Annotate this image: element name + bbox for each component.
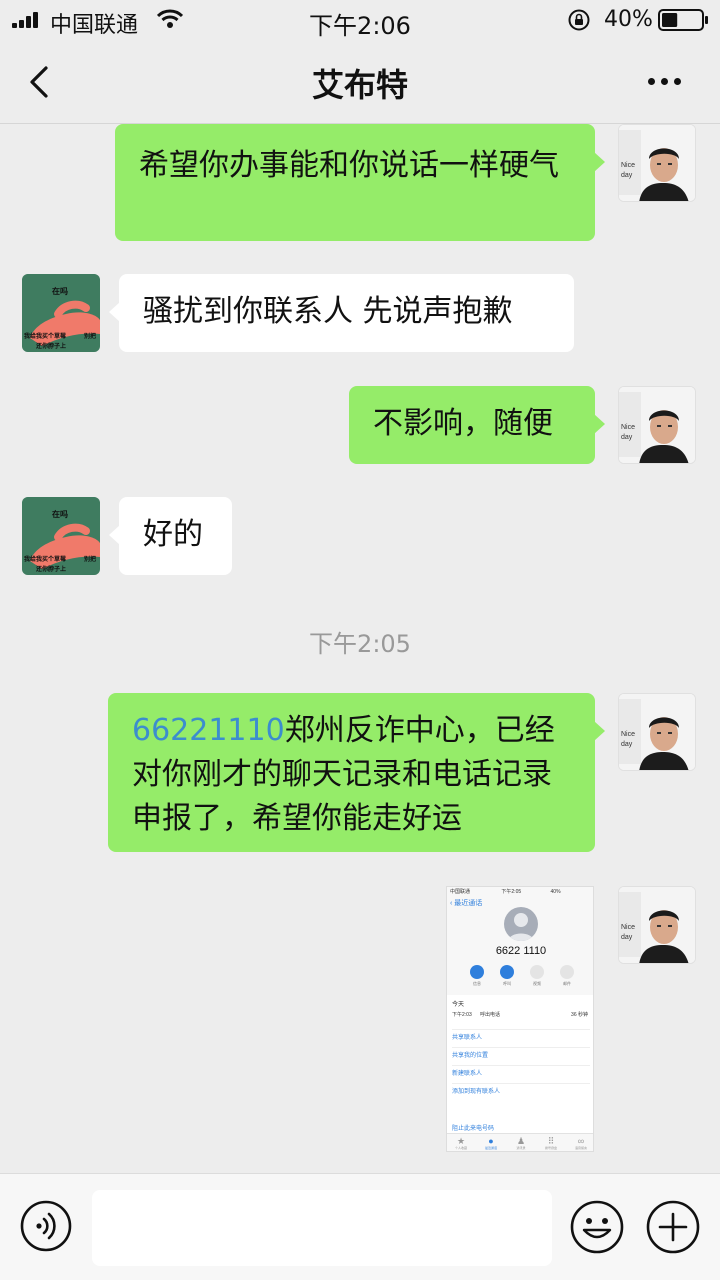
sticker-avatar-icon: 在吗 我给我买个草莓 别把 还你脖子上 — [22, 274, 100, 352]
screenshot-back-link: ‹ 最近通话 — [450, 900, 483, 907]
mail-action-icon — [560, 965, 574, 979]
more-button[interactable] — [640, 70, 690, 94]
call-duration: 36 秒钟 — [571, 1012, 588, 1018]
rotation-lock-icon — [568, 9, 590, 31]
screenshot-tab: ● 最近通话 — [481, 1136, 501, 1150]
call-action-icon — [500, 965, 514, 979]
sticker-text-side: 别把 — [83, 555, 96, 563]
svg-text:Nice: Nice — [621, 162, 635, 169]
shared-image-message[interactable]: 中国联通 下午2:05 40% ‹ 最近通话 6622 1110 信息 呼叫 视… — [446, 886, 594, 1152]
screenshot-actions: 信息 呼叫 视频 邮件 — [467, 965, 579, 987]
contact-avatar[interactable]: 在吗 我给我买个草莓 别把 还你脖子上 — [22, 274, 100, 352]
tab-label: 拨号键盘 — [544, 1146, 557, 1150]
chat-header: 艾布特 — [0, 40, 720, 124]
action-label: 呼叫 — [503, 981, 511, 986]
video-action-icon — [530, 965, 544, 979]
self-avatar[interactable]: Nice day — [618, 693, 696, 771]
sticker-text-top: 在吗 — [52, 509, 68, 519]
chat-title: 艾布特 — [311, 66, 408, 104]
message-action-icon — [470, 965, 484, 979]
screenshot-tab-bar: ★ 个人收藏 ● 最近通话 ♟ 通讯录 ⠿ 拨号键盘 ∞ 语音留言 — [447, 1133, 593, 1151]
message-list[interactable]: 希望你办事能和你说话一样硬气 Nice day 在吗 我给我买个草莓 别把 还你… — [0, 124, 720, 1173]
battery-percent: 40% — [604, 7, 653, 32]
user-photo-icon: Nice day — [619, 694, 695, 770]
screenshot-link: 添加到现有联系人 — [452, 1083, 590, 1095]
screenshot-battery: 40% — [550, 889, 561, 895]
call-time: 下午2:03 — [452, 1012, 472, 1018]
sticker-text-bottom: 我给我买个草莓 — [24, 555, 66, 563]
tab-label: 个人收藏 — [454, 1146, 467, 1150]
screenshot-header: 中国联通 下午2:05 40% ‹ 最近通话 6622 1110 信息 呼叫 视… — [447, 887, 593, 995]
action-label: 邮件 — [563, 981, 571, 986]
tab-label: 最近通话 — [484, 1146, 497, 1150]
message-input[interactable] — [92, 1190, 552, 1266]
action-label: 视频 — [533, 981, 541, 986]
self-avatar[interactable]: Nice day — [618, 886, 696, 964]
phone-number-link[interactable]: 66221110 — [132, 713, 285, 748]
screenshot-link: 新建联系人 — [452, 1065, 590, 1077]
svg-text:day: day — [621, 741, 633, 748]
screenshot-phone-number: 6622 1110 — [495, 945, 547, 957]
tab-label: 语音留言 — [574, 1146, 587, 1150]
message-text: 希望你办事能和你说话一样硬气 — [139, 148, 559, 183]
screenshot-tab: ♟ 通讯录 — [511, 1136, 531, 1150]
sticker-avatar-icon: 在吗 我给我买个草莓 别把 还你脖子上 — [22, 497, 100, 575]
svg-text:Nice: Nice — [621, 924, 635, 931]
svg-text:Nice: Nice — [621, 424, 635, 431]
sticker-text-bottom2: 还你脖子上 — [35, 342, 66, 350]
input-bar — [0, 1173, 720, 1280]
plus-button[interactable] — [646, 1200, 700, 1254]
sticker-text-side: 别把 — [83, 332, 96, 340]
screenshot-link: 共享联系人 — [452, 1029, 590, 1041]
message-bubble-incoming[interactable]: 好的 — [109, 497, 232, 575]
contact-avatar[interactable]: 在吗 我给我买个草莓 别把 还你脖子上 — [22, 497, 100, 575]
screenshot-today-label: 今天 — [452, 1002, 465, 1008]
user-photo-icon: Nice day — [619, 387, 695, 463]
screenshot-block-link: 阻止此来电号码 — [452, 1126, 495, 1132]
svg-text:day: day — [621, 934, 633, 941]
message-bubble-outgoing[interactable]: 不影响，随便 — [349, 386, 605, 464]
sticker-text-top: 在吗 — [52, 286, 68, 296]
action-label: 信息 — [473, 981, 481, 986]
screenshot-status-bar: 中国联通 下午2:05 40% — [450, 888, 561, 895]
emoji-button[interactable] — [570, 1200, 624, 1254]
screenshot-link: 共享我的位置 — [452, 1047, 590, 1059]
message-timestamp: 下午2:05 — [309, 630, 411, 658]
user-photo-icon: Nice day — [619, 125, 695, 201]
sticker-text-bottom2: 还你脖子上 — [35, 565, 66, 573]
svg-text:Nice: Nice — [621, 731, 635, 738]
user-photo-icon: Nice day — [619, 887, 695, 963]
screenshot-tab: ⠿ 拨号键盘 — [541, 1136, 561, 1150]
message-bubble-outgoing[interactable]: 66221110郑州反诈中心，已经对你刚才的聊天记录和电话记录申报了，希望你能走… — [108, 693, 605, 852]
screenshot-back-label: 最近通话 — [454, 900, 483, 907]
message-bubble-incoming[interactable]: 骚扰到你联系人 先说声抱歉 — [109, 274, 574, 352]
message-bubble-outgoing[interactable]: 希望你办事能和你说话一样硬气 — [115, 124, 605, 241]
battery-icon — [658, 9, 708, 31]
screenshot-time: 下午2:05 — [501, 889, 522, 895]
sticker-text-bottom: 我给我买个草莓 — [24, 332, 66, 340]
screenshot-call-row: 下午2:03 呼出电话 36 秒钟 — [452, 1011, 590, 1018]
self-avatar[interactable]: Nice day — [618, 386, 696, 464]
message-text: 骚扰到你联系人 先说声抱歉 — [143, 294, 513, 329]
message-text: 好的 — [143, 517, 203, 552]
call-type: 呼出电话 — [480, 1012, 501, 1018]
screenshot-carrier: 中国联通 — [450, 889, 471, 895]
contact-placeholder-icon — [504, 907, 538, 941]
svg-text:day: day — [621, 434, 633, 441]
tab-label: 通讯录 — [516, 1146, 526, 1150]
svg-text:day: day — [621, 172, 633, 179]
message-text: 不影响，随便 — [373, 406, 553, 441]
self-avatar[interactable]: Nice day — [618, 124, 696, 202]
screenshot-tab: ∞ 语音留言 — [571, 1136, 591, 1150]
status-bar: 中国联通 下午2:06 40% — [0, 0, 720, 40]
screenshot-tab: ★ 个人收藏 — [451, 1136, 471, 1150]
voice-button[interactable] — [20, 1200, 72, 1252]
